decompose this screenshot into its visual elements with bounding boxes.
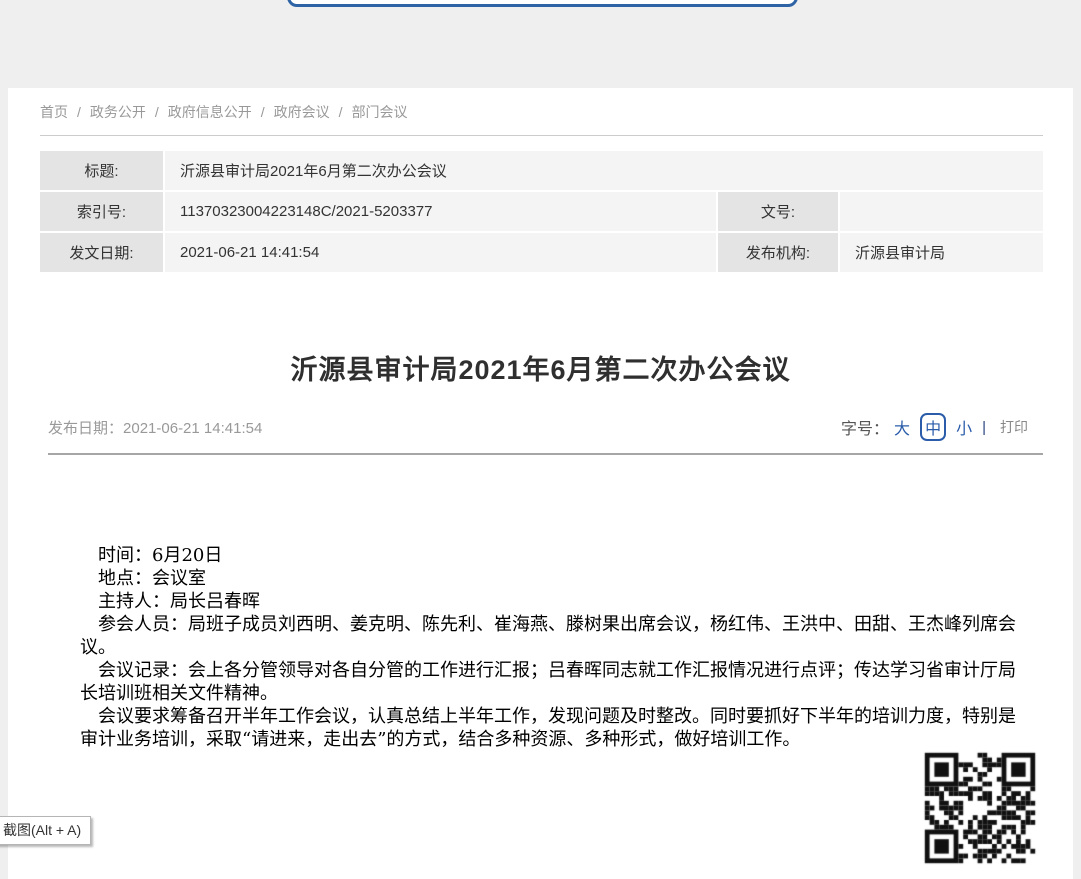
- breadcrumb-separator: /: [339, 104, 343, 120]
- breadcrumb-item-zfxxgk[interactable]: 政府信息公开: [168, 104, 252, 120]
- screenshot-tooltip: 截图(Alt + A): [0, 816, 91, 845]
- article-paragraph: 会议记录：会上各分管领导对各自分管的工作进行汇报；吕春晖同志就工作汇报情况进行点…: [80, 659, 1020, 705]
- breadcrumb-item-bmhy[interactable]: 部门会议: [352, 104, 408, 120]
- meta-value-title: 沂源县审计局2021年6月第二次办公会议: [165, 151, 1043, 190]
- publish-date-label: 发布日期：: [48, 420, 123, 437]
- breadcrumb-item-home[interactable]: 首页: [40, 104, 68, 120]
- meta-label-index-number: 索引号:: [40, 192, 163, 231]
- breadcrumb-separator: /: [155, 104, 159, 120]
- publish-date: 发布日期：2021-06-21 14:41:54: [48, 417, 262, 438]
- font-size-medium-button[interactable]: 中: [920, 413, 946, 441]
- publish-date-value: 2021-06-21 14:41:54: [123, 420, 262, 437]
- meta-label-issue-date: 发文日期:: [40, 233, 163, 272]
- article-paragraph: 主持人：局长吕春晖: [80, 590, 1020, 613]
- meta-value-index-number: 11370323004223148C/2021-5203377: [165, 192, 716, 231]
- meta-label-publisher: 发布机构:: [718, 233, 838, 272]
- qr-code: [920, 748, 1040, 868]
- meta-label-title: 标题:: [40, 151, 163, 190]
- page-title: 沂源县审计局2021年6月第二次办公会议: [8, 348, 1073, 387]
- article-paragraph: 会议要求筹备召开半年工作会议，认真总结上半年工作，发现问题及时整改。同时要抓好下…: [80, 705, 1020, 751]
- search-input-partial[interactable]: [287, 0, 798, 7]
- breadcrumb-separator: /: [77, 104, 81, 120]
- article-paragraph: 参会人员：局班子成员刘西明、姜克明、陈先利、崔海燕、滕树果出席会议，杨红伟、王洪…: [80, 613, 1020, 659]
- document-meta-table: 标题: 沂源县审计局2021年6月第二次办公会议 索引号: 1137032300…: [40, 151, 1043, 272]
- print-button[interactable]: 打印: [1000, 417, 1028, 437]
- breadcrumb-item-zfhy[interactable]: 政府会议: [274, 104, 330, 120]
- article-divider: [48, 453, 1043, 455]
- meta-value-issue-date: 2021-06-21 14:41:54: [165, 233, 716, 272]
- article-body: 时间：6月20日 地点：会议室 主持人：局长吕春晖 参会人员：局班子成员刘西明、…: [80, 544, 1020, 751]
- font-size-large-button[interactable]: 大: [894, 415, 910, 439]
- font-size-label: 字号：: [841, 415, 889, 439]
- breadcrumb: 首页 / 政务公开 / 政府信息公开 / 政府会议 / 部门会议: [8, 88, 1073, 135]
- meta-label-doc-number: 文号:: [718, 192, 838, 231]
- meta-value-doc-number: [840, 192, 1043, 231]
- font-size-controls: 字号： 大 中 小 | 打印: [841, 413, 1028, 441]
- article-paragraph: 地点：会议室: [80, 567, 1020, 590]
- content-card: 首页 / 政务公开 / 政府信息公开 / 政府会议 / 部门会议 标题: 沂源县审计局2021年…: [8, 88, 1073, 879]
- breadcrumb-separator: /: [261, 104, 265, 120]
- breadcrumb-divider: [40, 135, 1043, 136]
- font-size-small-button[interactable]: 小: [956, 415, 972, 439]
- controls-separator: |: [982, 419, 986, 436]
- article-meta-row: 发布日期：2021-06-21 14:41:54 字号： 大 中 小 | 打印: [48, 413, 1028, 441]
- breadcrumb-item-zwgk[interactable]: 政务公开: [90, 104, 146, 120]
- article-paragraph: 时间：6月20日: [80, 544, 1020, 567]
- meta-value-publisher: 沂源县审计局: [840, 233, 1043, 272]
